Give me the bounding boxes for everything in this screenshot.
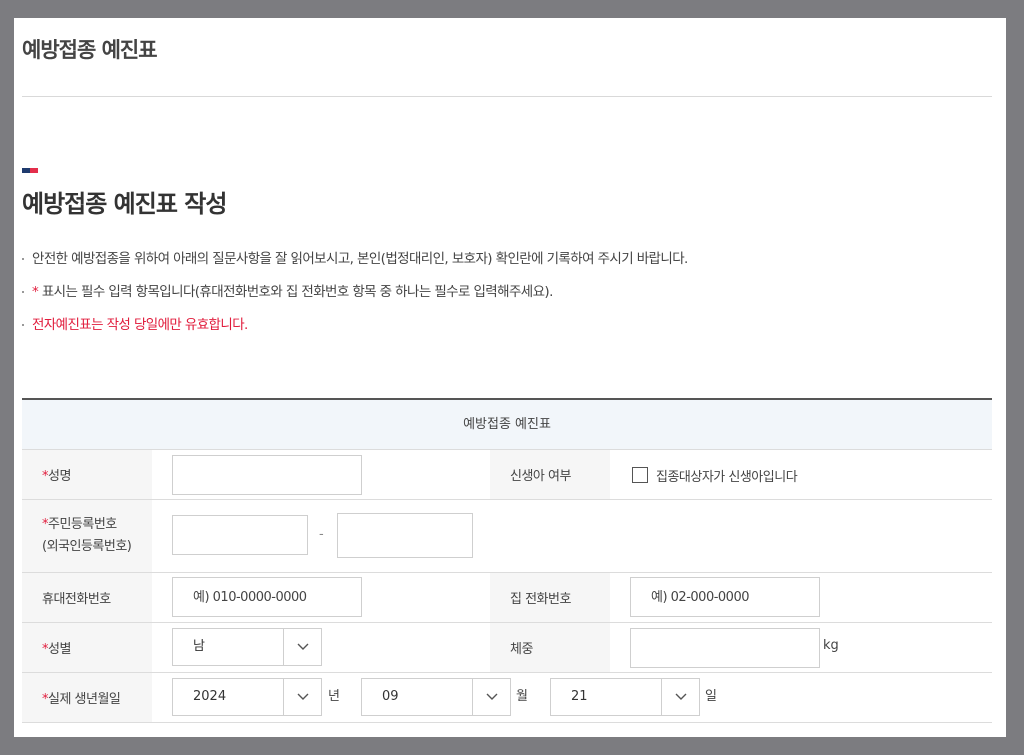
newborn-label: 신생아 여부 [490,450,610,499]
year-unit: 년 [328,689,340,704]
gender-select[interactable]: 남 [172,628,322,666]
section-accent-mark [22,168,38,173]
resident-number-label: *주민등록번호 (외국인등록번호) [22,500,152,572]
row-phone: 휴대전화번호 집 전화번호 [22,573,992,623]
gender-label: *성별 [22,623,152,672]
mobile-label-text: 휴대전화번호 [42,592,111,607]
page-title: 예방접종 예진표 [22,38,158,62]
title-divider [22,96,992,97]
resident-number-label-line1: 주민등록번호 [48,517,117,532]
newborn-checkbox[interactable] [632,467,648,483]
note-item: * 표시는 필수 입력 항목입니다(휴대전화번호와 집 전화번호 항목 중 하나… [22,282,992,315]
section-title: 예방접종 예진표 작성 [22,190,227,218]
chevron-down-icon[interactable] [283,629,321,665]
note-item-validity: 전자예진표는 작성 당일에만 유효합니다. [22,315,992,348]
birth-date-label-text: 실제 생년월일 [48,692,121,707]
name-label: *성명 [22,450,152,499]
accent-red-bar [30,168,38,173]
chevron-down-icon[interactable] [283,679,321,715]
row-birth-date: *실제 생년월일 2024 년 09 월 21 일 [22,673,992,723]
mobile-phone-input[interactable] [172,577,362,617]
birth-year-value: 2024 [193,689,227,704]
day-unit: 일 [705,689,717,704]
weight-label: 체중 [490,623,610,672]
note-text: 전자예진표는 작성 당일에만 유효합니다. [32,317,248,333]
weight-label-text: 체중 [510,642,533,657]
birth-date-label: *실제 생년월일 [22,673,152,722]
note-text: 안전한 예방접종을 위하여 아래의 질문사항을 잘 읽어보시고, 본인(법정대리… [32,251,688,267]
home-phone-label-text: 집 전화번호 [510,592,571,607]
chevron-down-icon[interactable] [472,679,510,715]
note-item: 안전한 예방접종을 위하여 아래의 질문사항을 잘 읽어보시고, 본인(법정대리… [22,249,992,282]
birth-year-select[interactable]: 2024 [172,678,322,716]
note-text: 표시는 필수 입력 항목입니다(휴대전화번호와 집 전화번호 항목 중 하나는 … [38,284,554,300]
row-name: *성명 신생아 여부 집종대상자가 신생아입니다 [22,450,992,500]
resident-number-back-input[interactable] [337,513,473,558]
gender-label-text: 성별 [48,642,71,657]
vaccination-form-table: 예방접종 예진표 *성명 신생아 여부 집종대상자가 신생아입니다 *주민등록번… [22,398,992,723]
resident-number-front-input[interactable] [172,515,308,555]
accent-navy-bar [22,168,30,173]
instruction-notes: 안전한 예방접종을 위하여 아래의 질문사항을 잘 읽어보시고, 본인(법정대리… [22,249,992,348]
birth-month-value: 09 [382,689,399,704]
home-phone-label: 집 전화번호 [490,573,610,622]
birth-day-value: 21 [571,689,588,704]
row-resident-number: *주민등록번호 (외국인등록번호) - [22,500,992,573]
resident-number-dash: - [319,527,324,542]
chevron-down-icon[interactable] [661,679,699,715]
month-unit: 월 [516,689,528,704]
name-input[interactable] [172,455,362,495]
gender-select-value: 남 [193,639,205,654]
newborn-label-text: 신생아 여부 [510,469,571,484]
resident-number-label-line2: (외국인등록번호) [42,539,132,554]
name-label-text: 성명 [48,469,71,484]
newborn-checkbox-label[interactable]: 집종대상자가 신생아입니다 [656,466,798,485]
row-gender-weight: *성별 남 체중 kg [22,623,992,673]
page-window: 예방접종 예진표 예방접종 예진표 작성 안전한 예방접종을 위하여 아래의 질… [14,18,1006,737]
weight-unit: kg [823,638,839,653]
birth-day-select[interactable]: 21 [550,678,700,716]
mobile-label: 휴대전화번호 [22,573,152,622]
weight-input[interactable] [630,628,820,668]
birth-month-select[interactable]: 09 [361,678,511,716]
form-caption: 예방접종 예진표 [22,400,992,450]
home-phone-input[interactable] [630,577,820,617]
